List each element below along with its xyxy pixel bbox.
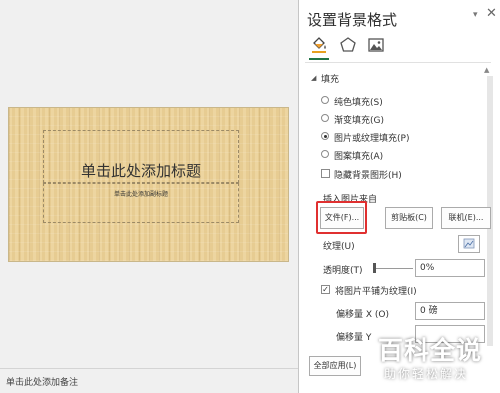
- slide-title-text: 单击此处添加标题: [80, 162, 201, 180]
- apply-to-all-button[interactable]: 全部应用(L): [309, 356, 361, 376]
- pane-divider: [305, 62, 491, 63]
- section-collapse-icon[interactable]: ◢: [311, 74, 316, 82]
- slide-canvas[interactable]: 单击此处添加标题 单击此处添加副标题: [8, 107, 289, 262]
- picture-texture-fill-radio[interactable]: [321, 132, 329, 140]
- picture-icon[interactable]: [367, 36, 385, 54]
- active-tab-indicator: [309, 58, 329, 60]
- picture-texture-fill-label[interactable]: 图片或纹理填充(P): [334, 131, 409, 144]
- transparency-slider-thumb[interactable]: [373, 263, 376, 273]
- offset-y-label: 偏移量 Y: [336, 333, 372, 343]
- clipboard-button[interactable]: 剪贴板(C): [385, 207, 433, 229]
- transparency-label: 透明度(T): [323, 266, 363, 276]
- pane-options-dropdown-icon[interactable]: ▾: [473, 10, 478, 20]
- scroll-up-icon[interactable]: ▲: [484, 66, 489, 74]
- online-button[interactable]: 联机(E)...: [441, 207, 491, 229]
- file-button-highlight: [316, 201, 367, 234]
- fill-section-title[interactable]: 填充: [321, 72, 339, 85]
- pattern-fill-radio[interactable]: [321, 150, 329, 158]
- gradient-fill-label[interactable]: 渐变填充(G): [334, 113, 384, 126]
- slide-subtitle-text: 单击此处添加副标题: [113, 191, 168, 198]
- transparency-slider[interactable]: [375, 268, 413, 269]
- notes-placeholder: 单击此处添加备注: [6, 378, 79, 388]
- subtitle-placeholder[interactable]: 单击此处添加副标题: [43, 183, 239, 223]
- solid-fill-radio[interactable]: [321, 96, 329, 104]
- tile-picture-checkbox[interactable]: ✓: [321, 285, 330, 294]
- transparency-input[interactable]: 0%: [415, 259, 485, 277]
- slide-editing-area: 单击此处添加标题 单击此处添加副标题: [0, 0, 298, 368]
- texture-label: 纹理(U): [323, 242, 355, 252]
- offset-x-input[interactable]: 0 磅: [415, 302, 485, 320]
- hide-bg-graphics-checkbox[interactable]: [321, 169, 330, 178]
- solid-fill-label[interactable]: 纯色填充(S): [334, 95, 383, 108]
- texture-swatch-icon: [463, 238, 475, 249]
- watermark-logo-text: 百科全说: [378, 336, 483, 365]
- close-icon[interactable]: ✕: [486, 6, 497, 21]
- pattern-fill-label[interactable]: 图案填充(A): [334, 149, 383, 162]
- offset-x-label: 偏移量 X (O): [336, 310, 389, 320]
- tile-picture-label[interactable]: 将图片平铺为纹理(I): [335, 284, 417, 297]
- pentagon-effects-icon[interactable]: [339, 36, 357, 54]
- notes-pane[interactable]: 单击此处添加备注: [0, 368, 298, 393]
- hide-bg-graphics-label[interactable]: 隐藏背景图形(H): [334, 168, 402, 181]
- pane-title: 设置背景格式: [307, 11, 398, 29]
- title-placeholder[interactable]: 单击此处添加标题: [43, 130, 239, 183]
- texture-picker[interactable]: [458, 235, 480, 253]
- fill-bucket-icon[interactable]: [310, 36, 328, 54]
- gradient-fill-radio[interactable]: [321, 114, 329, 122]
- watermark-tagline: 助你轻松解决: [384, 367, 469, 381]
